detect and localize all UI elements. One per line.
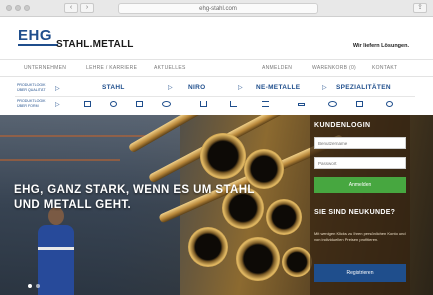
- slider-dot[interactable]: [36, 284, 40, 288]
- pipe-icon[interactable]: [328, 101, 337, 107]
- i-beam-icon[interactable]: [262, 101, 269, 107]
- login-title: KUNDENLOGIN: [314, 122, 371, 129]
- nav-aktuelles[interactable]: AKTUELLES: [154, 65, 186, 71]
- wire-coil-icon[interactable]: [386, 101, 393, 107]
- category-stahl[interactable]: STAHL: [102, 84, 125, 91]
- square-tube-icon[interactable]: [136, 101, 143, 107]
- slider-dots: [28, 284, 40, 288]
- crane-rail: [0, 159, 120, 161]
- product-row-form: PRODUKTLOGIK ÜBER FORM ▷: [0, 98, 433, 111]
- new-customer-text: Mit wenigen Klicks zu Ihren persönlichen…: [314, 231, 406, 242]
- logo-ehg[interactable]: EHG: [18, 27, 52, 44]
- nav-anmelden[interactable]: ANMELDEN: [262, 65, 292, 71]
- share-button[interactable]: ⇪: [413, 3, 427, 13]
- play-arrow-icon: ▷: [55, 102, 60, 108]
- chevron-right-icon: ▷: [168, 85, 173, 91]
- crane-rail: [0, 135, 150, 137]
- logo-underline: [18, 44, 58, 46]
- category-ne-metalle[interactable]: NE-METALLE: [256, 84, 300, 91]
- forward-button[interactable]: ›: [80, 3, 94, 13]
- nav-kontakt[interactable]: KONTAKT: [372, 65, 397, 71]
- round-bar-icon[interactable]: [110, 101, 117, 107]
- logo-stahl-metall[interactable]: STAHL.METALL: [56, 39, 134, 50]
- nav-unternehmen[interactable]: UNTERNEHMEN: [24, 65, 66, 71]
- address-bar[interactable]: ehg-stahl.com: [118, 3, 318, 14]
- row-divider: [15, 96, 415, 97]
- new-customer-title: SIE SIND NEUKUNDE?: [314, 209, 396, 216]
- login-button[interactable]: Anmelden: [314, 177, 406, 193]
- round-tube-icon[interactable]: [162, 101, 171, 107]
- brass-pipe-end: [236, 237, 280, 281]
- u-profile-icon[interactable]: [200, 101, 207, 107]
- top-navigation: UNTERNEHMEN LEHRE / KARRIERE AKTUELLES A…: [0, 59, 433, 77]
- hero-headline: EHG, GANZ STARK, WENN ES UM STAHL UND ME…: [14, 184, 255, 211]
- nav-warenkorb[interactable]: WARENKORB (0): [312, 65, 356, 71]
- worker-figure: [36, 207, 76, 295]
- category-niro[interactable]: NIRO: [188, 84, 205, 91]
- maximize-window-icon[interactable]: [24, 5, 30, 11]
- chevron-right-icon: ▷: [322, 85, 327, 91]
- brass-pipe-end: [188, 227, 228, 267]
- username-input[interactable]: [314, 137, 406, 149]
- register-button[interactable]: Registrieren: [314, 264, 406, 282]
- sheet-icon[interactable]: [298, 103, 305, 106]
- chevron-right-icon: ▷: [238, 85, 243, 91]
- angle-profile-icon[interactable]: [230, 101, 237, 107]
- back-button[interactable]: ‹: [64, 3, 78, 13]
- row-label-form: PRODUKTLOGIK ÜBER FORM: [17, 99, 46, 108]
- brass-pipe-end: [282, 247, 312, 277]
- tagline: Wir liefern Lösungen.: [352, 43, 409, 49]
- worker-body: [38, 225, 74, 295]
- flat-bar-icon[interactable]: [84, 101, 91, 107]
- window-controls: [6, 5, 30, 11]
- square-bar-icon[interactable]: [356, 101, 363, 107]
- product-row-quality: PRODUKTLOGIK ÜBER QUALITÄT ▷ STAHL ▷ NIR…: [0, 82, 433, 95]
- brass-pipe-end: [200, 133, 246, 179]
- row-label-quality: PRODUKTLOGIK ÜBER QUALITÄT: [17, 83, 46, 92]
- customer-login-panel: KUNDENLOGIN Anmelden SIE SIND NEUKUNDE? …: [310, 115, 410, 295]
- nav-lehre-karriere[interactable]: LEHRE / KARRIERE: [86, 65, 137, 71]
- worker-shirt-stripe: [38, 247, 74, 250]
- close-window-icon[interactable]: [6, 5, 12, 11]
- play-arrow-icon: ▷: [55, 86, 60, 92]
- password-input[interactable]: [314, 157, 406, 169]
- category-spezialitaeten[interactable]: SPEZIALITÄTEN: [336, 84, 391, 91]
- slider-dot-active[interactable]: [28, 284, 32, 288]
- browser-toolbar: ‹ › ehg-stahl.com ⇪: [0, 0, 433, 17]
- minimize-window-icon[interactable]: [15, 5, 21, 11]
- site-header: EHG STAHL.METALL Wir liefern Lösungen.: [0, 17, 433, 59]
